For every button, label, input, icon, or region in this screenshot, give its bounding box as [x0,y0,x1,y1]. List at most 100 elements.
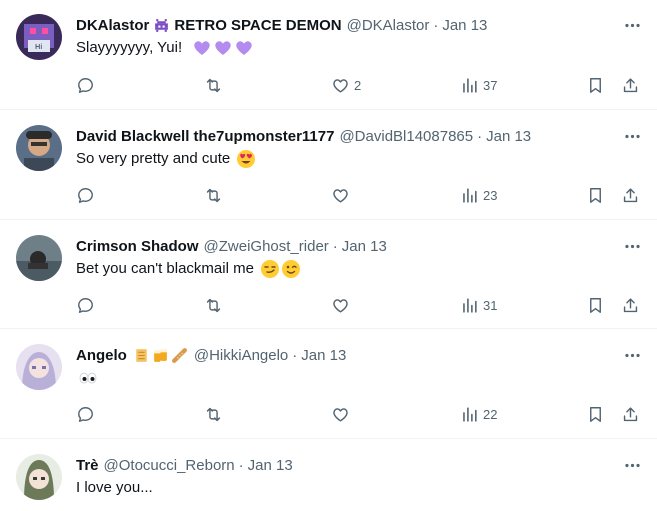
more-icon[interactable] [621,14,643,36]
timestamp[interactable]: Jan 13 [342,238,387,255]
bookmark-button[interactable] [586,184,605,206]
like-button[interactable] [331,184,354,206]
like-icon [333,407,348,422]
separator-dot: · [477,127,483,145]
tweet-text-content: Bet you can't blackmail me [76,260,254,277]
avatar[interactable] [16,125,62,171]
separator-dot: · [292,346,298,364]
tweet-header: Crimson Shadow @ZweiGhost_rider · Jan 13 [76,236,641,256]
action-bar: 22 [76,403,641,425]
like-button[interactable] [331,403,354,425]
action-bar: 2 37 [76,74,641,96]
views-button[interactable]: 23 [460,184,497,206]
scroll-beer-baguette-emoji [133,347,188,364]
avatar[interactable] [16,454,62,500]
action-bar: 23 [76,184,641,206]
tweet-card[interactable]: David Blackwell the7upmonster1177 @David… [0,110,657,220]
tweet-text [76,368,641,388]
reply-icon [78,406,93,422]
alien-monster-emoji [153,17,170,34]
views-icon [463,297,477,313]
separator-dot: · [332,237,338,255]
more-icon[interactable] [621,454,643,476]
display-name[interactable]: Trè [76,457,99,474]
share-button[interactable] [621,403,640,425]
views-icon [463,77,477,93]
bookmark-button[interactable] [586,403,605,425]
avatar[interactable] [16,235,62,281]
display-name[interactable]: Angelo [76,347,127,364]
more-icon[interactable] [621,344,643,366]
more-icon[interactable] [621,235,643,257]
user-handle[interactable]: @Otocucci_Reborn [104,457,235,474]
action-bar: 31 [76,294,641,316]
reply-button[interactable] [76,74,95,96]
retweet-button[interactable] [204,74,223,96]
more-icon[interactable] [621,125,643,147]
svg-text:Hi: Hi [35,43,42,51]
share-button[interactable] [621,184,640,206]
views-button[interactable]: 37 [460,74,497,96]
tweet-header: DKAlastor RETRO SPACE DEMON @DKAlastor ·… [76,15,641,35]
display-name[interactable]: Crimson Shadow [76,238,199,255]
timestamp[interactable]: Jan 13 [301,347,346,364]
display-name[interactable]: DKAlastor [76,17,149,34]
retweet-button[interactable] [204,184,223,206]
tweet-text: Bet you can't blackmail me [76,259,641,279]
bookmark-icon [590,187,601,203]
views-button[interactable]: 31 [460,294,497,316]
separator-dot: · [433,16,439,34]
reply-feed: Hi DKAlastor RETRO SPACE DEMON @DKAlasto… [0,0,657,511]
retweet-icon [206,78,221,92]
like-icon [333,298,348,313]
retweet-icon [206,407,221,421]
like-count: 2 [354,77,362,93]
like-button[interactable]: 2 [331,74,361,96]
like-button[interactable] [331,294,354,316]
view-count: 22 [483,406,498,422]
bookmark-icon [590,297,601,313]
views-icon [463,406,477,422]
tweet-card[interactable]: Trè @Otocucci_Reborn · Jan 13 I love you… [0,439,657,511]
retweet-button[interactable] [204,403,223,425]
reply-icon [78,77,93,93]
avatar[interactable] [16,344,62,390]
share-icon [623,297,638,312]
share-button[interactable] [621,74,640,96]
user-handle[interactable]: @DavidBl14087865 [339,128,473,145]
user-handle[interactable]: @HikkiAngelo [194,347,288,364]
retweet-button[interactable] [204,294,223,316]
share-icon [623,406,638,421]
display-name-suffix[interactable]: RETRO SPACE DEMON [174,17,341,34]
views-icon [463,187,477,203]
purple-hearts-emoji [192,38,254,58]
timestamp[interactable]: Jan 13 [442,17,487,34]
display-name[interactable]: David Blackwell the7upmonster1177 [76,128,334,145]
reply-button[interactable] [76,403,95,425]
smirk-wink-emoji [260,259,301,279]
tweet-card[interactable]: Crimson Shadow @ZweiGhost_rider · Jan 13… [0,220,657,329]
bookmark-button[interactable] [586,294,605,316]
view-count: 23 [483,187,498,203]
heart-eyes-emoji [236,149,256,169]
tweet-header: Angelo @HikkiAngelo · Jan 13 [76,345,641,365]
tweet-text-content: I love you... [76,479,153,496]
user-handle[interactable]: @DKAlastor [347,17,430,34]
timestamp[interactable]: Jan 13 [486,128,531,145]
user-handle[interactable]: @ZweiGhost_rider [204,238,329,255]
tweet-card[interactable]: Angelo @HikkiAngelo · Jan 13 22 [0,329,657,439]
bookmark-icon [590,406,601,422]
share-button[interactable] [621,294,640,316]
tweet-header: Trè @Otocucci_Reborn · Jan 13 [76,455,641,475]
retweet-icon [206,188,221,202]
share-icon [623,187,638,202]
tweet-text-content: Slayyyyyyy, Yui! [76,39,183,56]
timestamp[interactable]: Jan 13 [248,457,293,474]
tweet-card[interactable]: Hi DKAlastor RETRO SPACE DEMON @DKAlasto… [0,0,657,110]
avatar[interactable]: Hi [16,14,62,60]
bookmark-button[interactable] [586,74,605,96]
reply-button[interactable] [76,184,95,206]
views-button[interactable]: 22 [460,403,497,425]
reply-button[interactable] [76,294,95,316]
tweet-text: Slayyyyyyy, Yui! [76,38,641,58]
